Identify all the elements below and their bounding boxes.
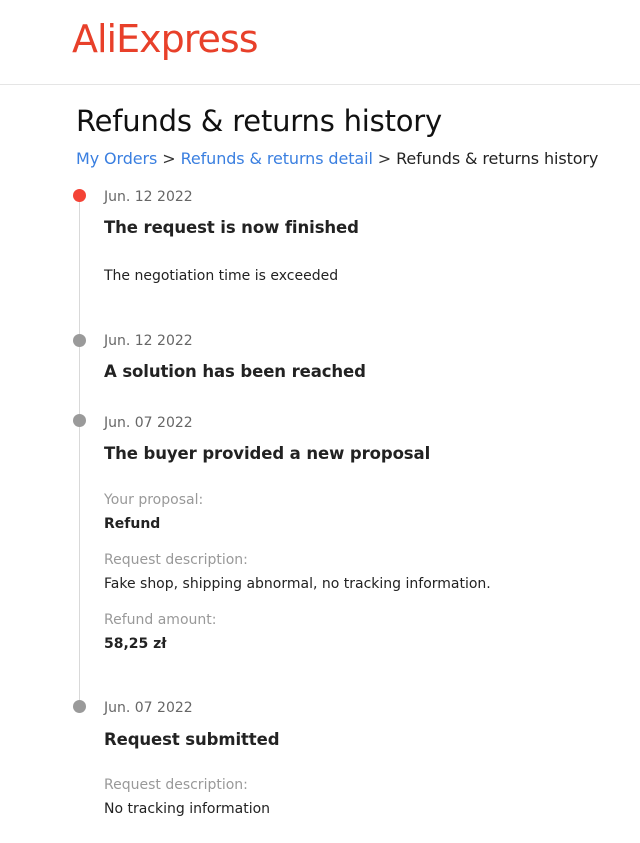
event-date: Jun. 07 2022 <box>104 700 193 716</box>
request-description-value: No tracking information <box>104 801 271 817</box>
timeline-dot-active <box>73 189 86 202</box>
event-title: A solution has been reached <box>104 362 366 381</box>
timeline-dot <box>73 700 86 713</box>
breadcrumb-separator: > <box>377 149 392 168</box>
breadcrumb: My Orders > Refunds & returns detail > R… <box>76 148 598 170</box>
request-description-label: Request description: <box>104 552 248 568</box>
breadcrumb-current: Refunds & returns history <box>396 149 599 168</box>
event-title: The request is now finished <box>104 218 359 237</box>
event-date: Jun. 07 2022 <box>104 415 193 431</box>
refund-amount-value: 58,25 zł <box>104 636 167 652</box>
event-title: The buyer provided a new proposal <box>104 444 431 463</box>
breadcrumb-my-orders-link[interactable]: My Orders <box>76 149 157 168</box>
timeline-dot <box>73 334 86 347</box>
breadcrumb-refund-detail-link[interactable]: Refunds & returns detail <box>181 149 373 168</box>
timeline-dot <box>73 414 86 427</box>
page-title: Refunds & returns history <box>76 104 442 138</box>
event-date: Jun. 12 2022 <box>104 189 193 205</box>
breadcrumb-separator: > <box>162 149 176 168</box>
proposal-value: Refund <box>104 516 161 532</box>
request-description-label: Request description: <box>104 777 248 793</box>
event-title: Request submitted <box>104 730 280 749</box>
request-description-value: Fake shop, shipping abnormal, no trackin… <box>104 576 491 592</box>
refund-amount-label: Refund amount: <box>104 612 217 628</box>
site-header: AliExpress <box>0 0 640 85</box>
timeline-line <box>79 196 80 708</box>
event-date: Jun. 12 2022 <box>104 333 193 349</box>
aliexpress-logo[interactable]: AliExpress <box>72 20 258 58</box>
event-details: The negotiation time is exceeded <box>104 268 339 284</box>
proposal-label: Your proposal: <box>104 492 204 508</box>
